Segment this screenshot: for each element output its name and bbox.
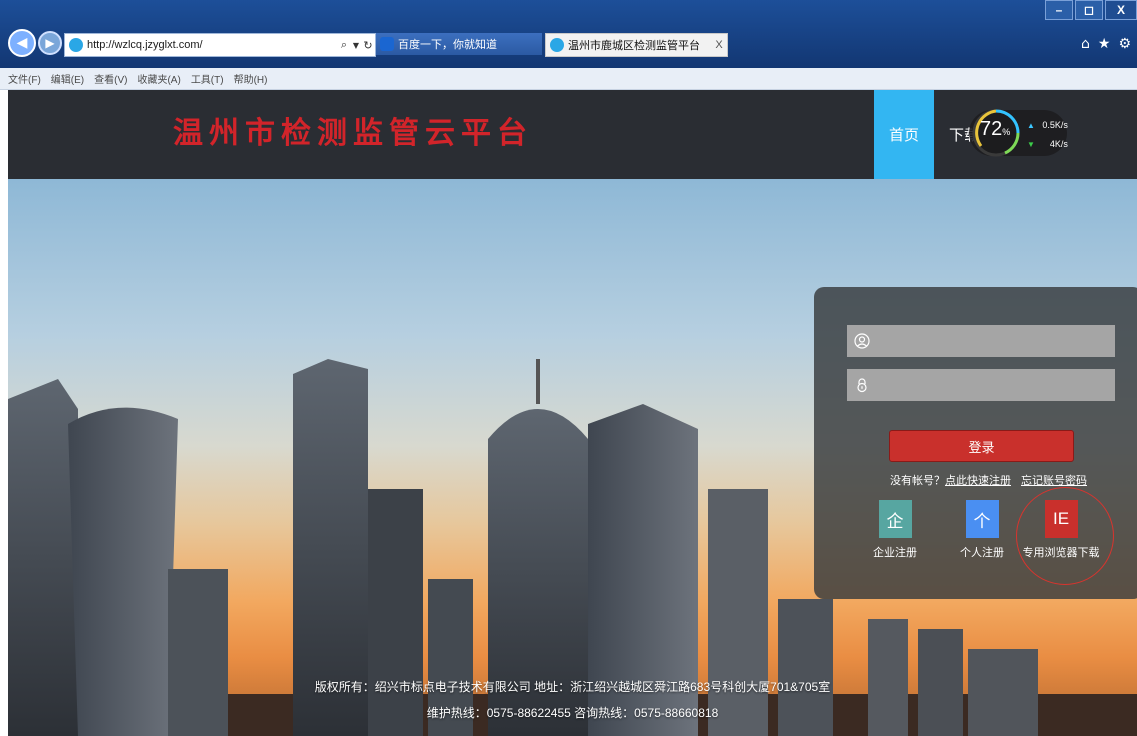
address-bar[interactable]: http://wzlcq.jzyglxt.com/ ⌕ ▼ ↻ — [64, 33, 376, 57]
login-panel: 登录 没有帐号？点此快速注册 忘记账号密码 企 企业注册 个 个人注册 IE 专… — [814, 287, 1137, 599]
login-button[interactable]: 登录 — [889, 430, 1074, 462]
site-favicon-icon — [550, 38, 564, 52]
password-input[interactable] — [873, 369, 1115, 401]
browser-chrome: – ◻ X ◀ ▶ http://wzlcq.jzyglxt.com/ ⌕ ▼ … — [0, 0, 1137, 90]
speed-percent: 72% — [980, 118, 1010, 141]
address-url[interactable]: http://wzlcq.jzyglxt.com/ — [87, 39, 337, 51]
password-field[interactable] — [847, 369, 1115, 401]
speed-percent-unit: % — [1002, 127, 1011, 137]
site-header: 温州市检测监管云平台 首页 下载 72% ▲ 0.5K/s ▼ 4K/s — [8, 90, 1137, 179]
site-title: 温州市检测监管云平台 — [173, 116, 533, 151]
refresh-icon[interactable]: ↻ — [361, 38, 375, 52]
user-icon — [851, 330, 873, 352]
menu-tools[interactable]: 工具(T) — [191, 71, 224, 86]
speed-percent-value: 72 — [980, 118, 1003, 140]
menu-edit[interactable]: 编辑(E) — [51, 71, 84, 86]
download-speed: ▼ 4K/s — [1027, 139, 1068, 149]
register-link[interactable]: 点此快速注册 — [945, 475, 1011, 487]
footer-copyright: 版权所有：绍兴市标点电子技术有限公司 地址：浙江绍兴越城区舜江路683号科创大厦… — [314, 680, 831, 694]
browser-download-label[interactable]: 专用浏览器下载 — [1023, 544, 1100, 560]
forgot-password-link[interactable]: 忘记账号密码 — [1021, 472, 1087, 488]
search-icon[interactable]: ⌕ — [337, 38, 351, 52]
upload-speed-value: 0.5K/s — [1042, 120, 1068, 130]
menu-bar: 文件(F) 编辑(E) 查看(V) 收藏夹(A) 工具(T) 帮助(H) — [0, 68, 1137, 90]
home-icon[interactable]: ⌂ — [1081, 36, 1090, 52]
tab-baidu[interactable]: 百度一下，你就知道 — [376, 33, 542, 55]
download-speed-value: 4K/s — [1049, 139, 1068, 149]
browser-navbar: ◀ ▶ http://wzlcq.jzyglxt.com/ ⌕ ▼ ↻ 百度一下… — [0, 22, 1137, 68]
forward-button[interactable]: ▶ — [38, 31, 62, 55]
menu-favorites[interactable]: 收藏夹(A) — [137, 71, 180, 86]
enterprise-register-tile[interactable]: 企 企业注册 — [858, 500, 932, 560]
baidu-paw-icon — [380, 37, 394, 51]
minimize-button[interactable]: – — [1045, 0, 1073, 20]
window-controls: – ◻ X — [1045, 0, 1137, 22]
close-window-button[interactable]: X — [1105, 0, 1137, 20]
arrow-left-icon: ◀ — [16, 35, 28, 51]
enterprise-register-label[interactable]: 企业注册 — [873, 544, 917, 560]
account-links: 没有帐号？点此快速注册 忘记账号密码 — [890, 472, 1087, 488]
tab-close-icon[interactable]: X — [711, 39, 727, 51]
enterprise-icon[interactable]: 企 — [878, 500, 912, 538]
personal-register-tile[interactable]: 个 个人注册 — [945, 500, 1019, 560]
tab-label: 温州市鹿城区检测监管平台 — [568, 40, 700, 52]
back-button[interactable]: ◀ — [8, 29, 36, 57]
arrow-up-icon: ▲ — [1027, 120, 1035, 130]
network-speed-widget: 72% ▲ 0.5K/s ▼ 4K/s — [969, 106, 1068, 160]
browser-download-tile[interactable]: IE 专用浏览器下载 — [1012, 500, 1110, 560]
page-viewport: 温州市检测监管云平台 首页 下载 72% ▲ 0.5K/s ▼ 4K/s 登录 … — [0, 90, 1137, 736]
menu-help[interactable]: 帮助(H) — [234, 71, 268, 86]
no-account-text: 没有帐号？ — [890, 475, 945, 487]
tab-label: 百度一下，你就知道 — [398, 39, 497, 51]
site-favicon-icon — [69, 38, 83, 52]
arrow-down-icon: ▼ — [1027, 139, 1035, 149]
arrow-right-icon: ▶ — [45, 36, 55, 50]
menu-file[interactable]: 文件(F) — [8, 71, 41, 86]
browser-toolbar-icons: ⌂ ★ ⚙ — [1081, 36, 1131, 52]
footer-hotline: 维护热线：0575-88622455 咨询热线：0575-88660818 — [426, 706, 719, 720]
restore-button[interactable]: ◻ — [1075, 0, 1103, 20]
nav-home[interactable]: 首页 — [874, 90, 934, 179]
star-icon[interactable]: ★ — [1098, 36, 1111, 52]
username-input[interactable] — [873, 325, 1115, 357]
tab-active-platform[interactable]: 温州市鹿城区检测监管平台 X — [545, 33, 728, 57]
username-field[interactable] — [847, 325, 1115, 357]
page-content: 温州市检测监管云平台 首页 下载 72% ▲ 0.5K/s ▼ 4K/s 登录 … — [8, 90, 1137, 736]
register-prompt: 没有帐号？点此快速注册 — [890, 472, 1011, 488]
chevron-down-icon[interactable]: ▼ — [351, 38, 361, 52]
person-icon[interactable]: 个 — [965, 500, 999, 538]
upload-speed: ▲ 0.5K/s — [1027, 120, 1068, 130]
ie-icon[interactable]: IE — [1044, 500, 1078, 538]
lock-icon — [851, 374, 873, 396]
personal-register-label[interactable]: 个人注册 — [960, 544, 1004, 560]
menu-view[interactable]: 查看(V) — [94, 71, 127, 86]
gear-icon[interactable]: ⚙ — [1118, 36, 1131, 52]
